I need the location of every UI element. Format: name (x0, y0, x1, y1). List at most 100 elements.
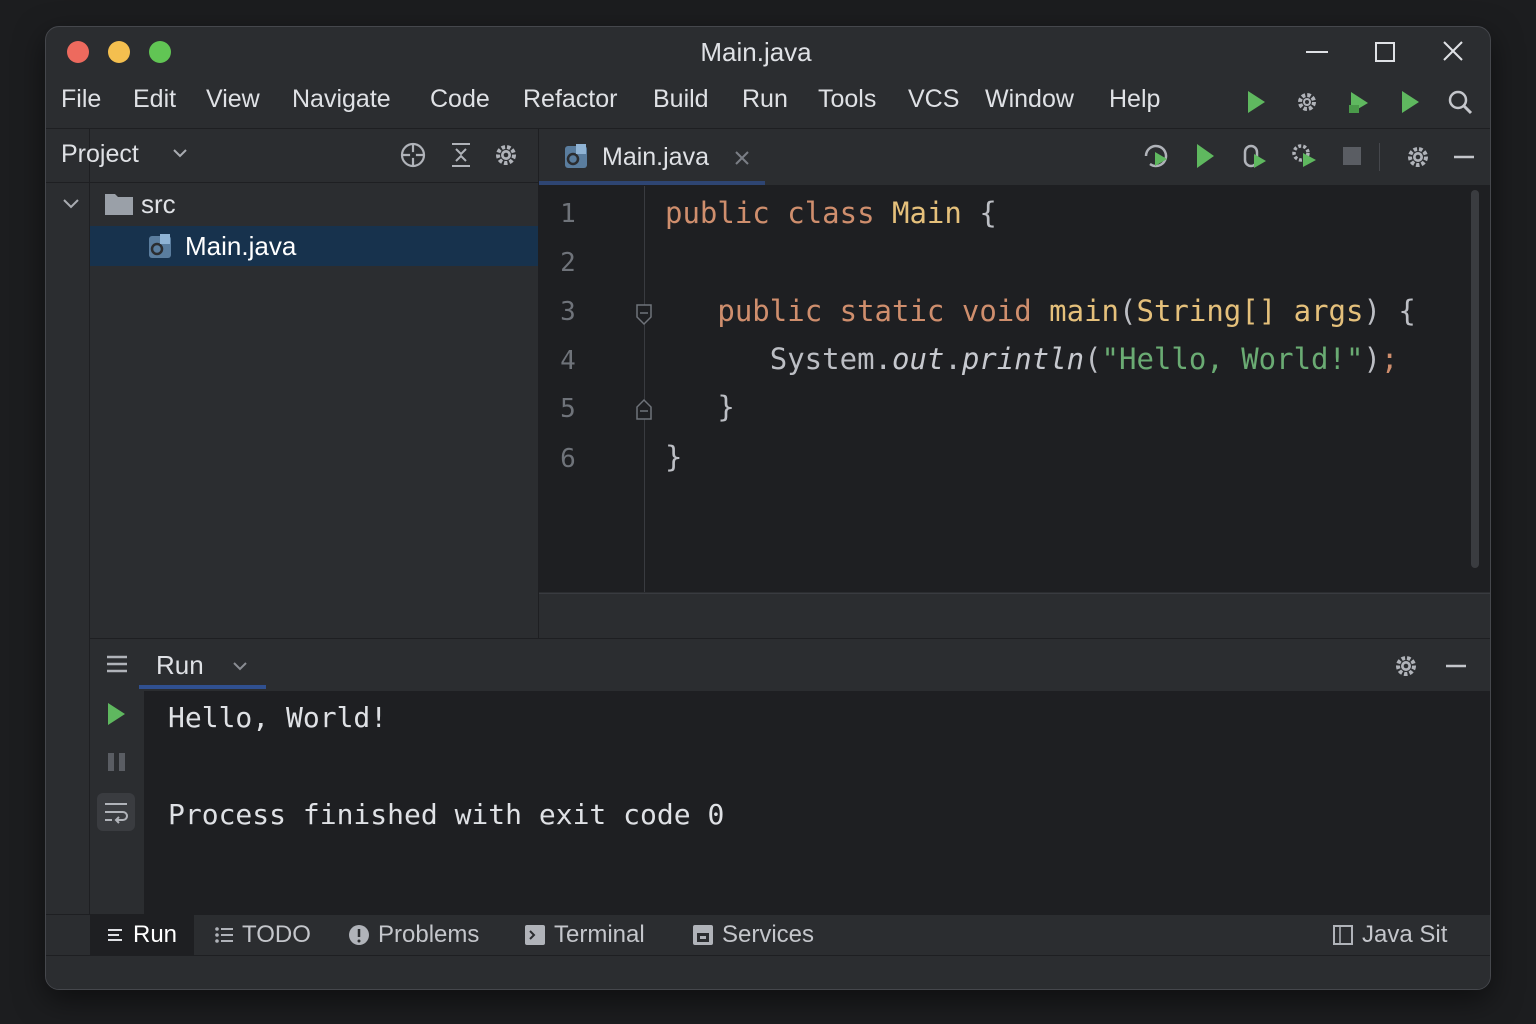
java-file-icon (562, 142, 590, 170)
pause-icon[interactable] (106, 751, 128, 773)
menu-icon[interactable] (106, 654, 128, 674)
run-console[interactable]: Hello, World! Process finished with exit… (144, 691, 1490, 914)
line-number: 4 (560, 346, 576, 376)
run-icon[interactable] (1395, 87, 1425, 117)
menu-file[interactable]: File (61, 85, 101, 114)
bottom-tool-bar: Run TODO Problems Terminal Services Java… (46, 914, 1490, 955)
settings-icon[interactable] (1405, 144, 1431, 170)
menu-code[interactable]: Code (430, 85, 490, 114)
fold-icon[interactable] (635, 397, 653, 421)
code-line-3: public static void main(String[] args) { (665, 294, 1416, 328)
fold-icon[interactable] (635, 303, 653, 327)
settings-icon[interactable] (1393, 653, 1419, 679)
tree-row-src[interactable]: src (63, 184, 538, 224)
run-icon[interactable] (1241, 87, 1271, 117)
project-header-divider (46, 182, 538, 183)
vertical-scrollbar[interactable] (1471, 190, 1479, 568)
maximize-window-button[interactable] (1370, 39, 1400, 65)
bottom-tab-services[interactable]: Services (692, 919, 814, 951)
menu-navigate[interactable]: Navigate (292, 85, 391, 114)
project-header-label[interactable]: Project (61, 140, 139, 169)
line-number: 2 (560, 248, 576, 278)
editor-tab-main-java[interactable]: Main.java (539, 129, 765, 185)
menu-refactor[interactable]: Refactor (523, 85, 617, 114)
stop-icon[interactable] (1341, 145, 1363, 167)
code-line-5: } (665, 390, 734, 424)
code-token: out (891, 342, 945, 376)
chevron-down-icon[interactable] (232, 661, 248, 673)
code-token: System. (769, 342, 892, 376)
code-line-6: } (665, 440, 682, 474)
code-line-4: System.out.println("Hello, World!"); (665, 342, 1399, 376)
code-token: ) (1363, 342, 1381, 376)
close-window-button[interactable] (1438, 39, 1468, 65)
bottom-tab-java-sit[interactable]: Java Sit (1332, 919, 1447, 951)
bottom-tab-problems[interactable]: Problems (348, 919, 479, 951)
locate-icon[interactable] (399, 141, 427, 169)
run-list-icon (107, 929, 122, 941)
code-token: } (665, 440, 683, 474)
minimize-window-button[interactable] (1302, 39, 1332, 65)
code-token: ; (1380, 342, 1399, 376)
menu-tools[interactable]: Tools (818, 85, 876, 114)
line-number: 3 (560, 297, 576, 327)
problems-icon (349, 925, 369, 945)
code-token: args (1293, 294, 1364, 328)
bottom-tab-run[interactable]: Run (90, 915, 194, 955)
debug-icon[interactable] (1239, 141, 1269, 171)
bottom-tab-todo[interactable]: TODO (214, 919, 311, 951)
active-tab-underline (539, 181, 765, 185)
collapse-all-icon[interactable] (448, 141, 474, 169)
title-bar: Main.java (46, 27, 1490, 77)
terminal-icon (525, 925, 545, 945)
build-icon[interactable] (1344, 87, 1374, 117)
code-token: class (787, 196, 875, 230)
close-tab-icon[interactable] (733, 149, 751, 167)
bottom-tab-java-sit-label: Java Sit (1362, 921, 1448, 948)
minimize-icon[interactable] (1443, 653, 1469, 679)
menu-edit[interactable]: Edit (133, 85, 176, 114)
console-output-line: Process finished with exit code 0 (168, 798, 725, 831)
build-icon[interactable] (1289, 141, 1319, 171)
menu-view[interactable]: View (206, 85, 260, 114)
soft-wrap-icon[interactable] (97, 793, 135, 831)
code-token: String[] (1136, 294, 1277, 328)
toolbar-separator (1379, 143, 1380, 171)
code-token: println (961, 342, 1085, 376)
menu-vcs[interactable]: VCS (908, 85, 959, 114)
code-token: "Hello, World!" (1101, 342, 1364, 376)
project-panel: Project src Main.java (46, 129, 538, 637)
chevron-down-icon[interactable] (62, 198, 80, 210)
line-number: 1 (560, 199, 576, 229)
minimize-icon[interactable] (1451, 144, 1477, 170)
search-icon[interactable] (1445, 87, 1475, 117)
menu-run[interactable]: Run (742, 85, 788, 114)
line-number: 6 (560, 444, 576, 474)
console-output-line: Hello, World! (168, 701, 388, 734)
code-editor[interactable]: 1 2 3 4 5 6 public class Main { public s… (539, 186, 1490, 592)
run-tab-label[interactable]: Run (156, 650, 204, 681)
left-tool-strip (46, 129, 90, 914)
services-icon (693, 925, 713, 945)
bottom-tab-terminal[interactable]: Terminal (524, 919, 645, 951)
run-icon[interactable] (105, 701, 127, 727)
settings-icon[interactable] (1292, 87, 1322, 117)
run-panel-header: Run (90, 638, 1490, 691)
code-token: ) { (1363, 294, 1416, 328)
run-tab-underline (139, 685, 266, 689)
tree-row-main-java[interactable]: Main.java (90, 226, 538, 266)
code-line-1: public class Main { (665, 196, 997, 230)
code-token: public (665, 196, 770, 230)
bottom-tab-terminal-label: Terminal (554, 921, 645, 948)
code-token: ( (1119, 294, 1137, 328)
code-token: void (961, 294, 1032, 328)
menu-window[interactable]: Window (985, 85, 1074, 114)
chevron-down-icon[interactable] (172, 147, 188, 159)
window-title: Main.java (700, 37, 812, 67)
rerun-icon[interactable] (1141, 141, 1171, 171)
menu-help[interactable]: Help (1109, 85, 1160, 114)
menu-build[interactable]: Build (653, 85, 709, 114)
ide-window: Main.java File Edit View Navigate Code R… (45, 26, 1491, 990)
run-icon[interactable] (1194, 142, 1216, 170)
settings-icon[interactable] (493, 142, 519, 168)
